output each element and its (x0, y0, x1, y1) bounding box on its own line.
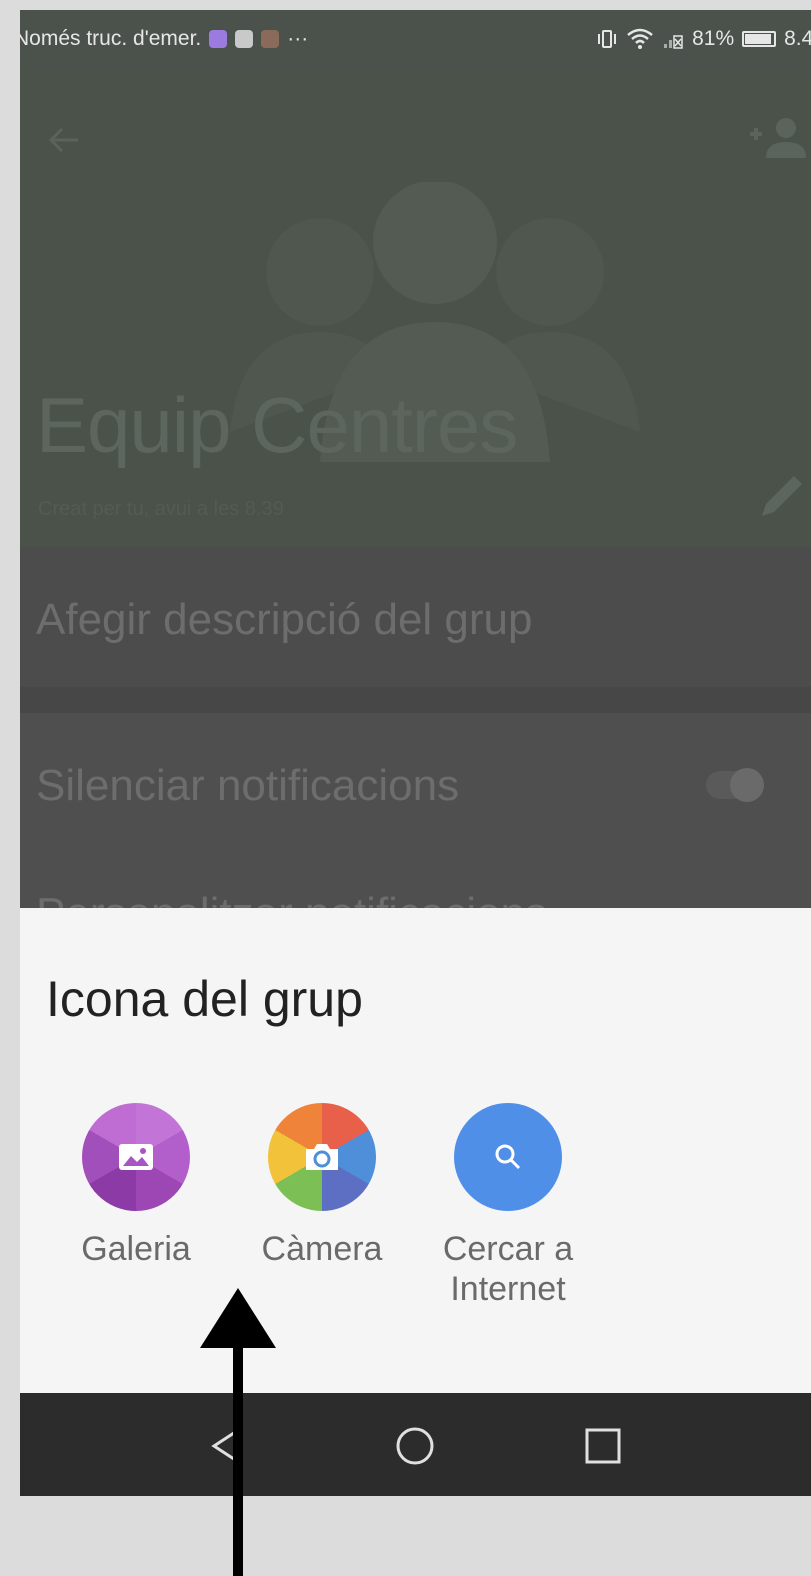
nav-recents-icon[interactable] (582, 1425, 624, 1467)
battery-icon (742, 31, 777, 47)
group-header: Equip Centres Creat per tu, avui a les 8… (20, 72, 811, 547)
group-name: Equip Centres (36, 381, 518, 469)
no-signal-icon (664, 35, 683, 49)
mute-toggle[interactable] (706, 768, 764, 802)
annotation-arrow-icon (200, 1288, 276, 1576)
group-description-row[interactable]: Afegir descripció del grup (20, 547, 811, 687)
status-left: Només truc. d'emer. ··· (20, 27, 308, 51)
edit-pencil-icon[interactable] (754, 468, 810, 524)
carrier-text: Només truc. d'emer. (20, 27, 202, 50)
notification-app-icon (209, 30, 228, 48)
wifi-icon (627, 28, 653, 49)
search-icon[interactable] (454, 1103, 562, 1211)
camera-icon[interactable] (268, 1103, 376, 1211)
phone-screen: Només truc. d'emer. ··· 81% 8.4 Equip Ce… (20, 10, 811, 1496)
add-participant-icon[interactable] (748, 116, 808, 158)
gallery-icon[interactable] (82, 1103, 190, 1211)
group-settings: Afegir descripció del grup Silenciar not… (20, 547, 811, 947)
battery-percent: 81% (692, 27, 735, 50)
web-search-option[interactable]: Cercar a Internet (408, 1103, 608, 1309)
vibrate-icon (598, 30, 617, 48)
gallery-notification-icon (235, 30, 254, 48)
gallery-option[interactable]: Galeria (36, 1103, 236, 1269)
sheet-title: Icona del grup (46, 971, 363, 1027)
web-search-label: Cercar a Internet (442, 1230, 574, 1308)
group-created-info: Creat per tu, avui a les 8.39 (38, 498, 284, 520)
nav-home-icon[interactable] (394, 1425, 436, 1467)
gallery-label: Galeria (81, 1230, 191, 1268)
group-description-placeholder: Afegir descripció del grup (36, 595, 533, 644)
back-arrow-icon[interactable] (44, 120, 84, 160)
mute-notifications-row[interactable]: Silenciar notificacions (20, 713, 811, 843)
mute-notifications-label: Silenciar notificacions (36, 761, 460, 810)
status-right: 81% 8.42 (596, 27, 811, 51)
navigation-bar (20, 1393, 811, 1496)
camera-label: Càmera (261, 1230, 383, 1268)
group-icon-sheet: Icona del grup Galeria Càmera Cercar a I… (20, 908, 811, 1393)
status-bar: Només truc. d'emer. ··· 81% 8.4 (20, 10, 811, 72)
clock: 8.42 (784, 27, 811, 50)
photo-notification-icon (261, 30, 280, 48)
overflow-indicator: ··· (287, 27, 309, 50)
section-divider (20, 687, 811, 713)
camera-option[interactable]: Càmera (222, 1103, 422, 1269)
